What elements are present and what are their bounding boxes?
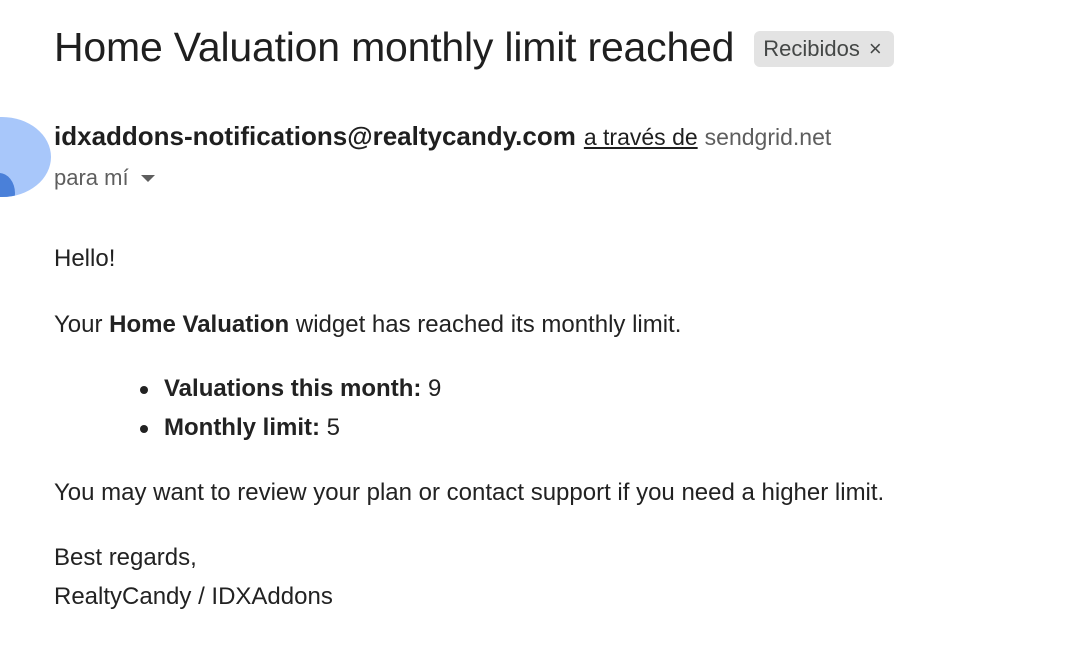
via-link[interactable]: a través de — [584, 124, 698, 151]
list-item: Valuations this month: 9 — [140, 374, 442, 413]
subject-row: Home Valuation monthly limit reached Rec… — [54, 24, 894, 71]
greeting-text: Hello! — [54, 245, 116, 272]
remove-label-icon[interactable]: × — [869, 37, 882, 60]
sender-row: idxaddons-notifications@realtycandy.com … — [54, 121, 831, 152]
stat-value: 5 — [326, 414, 341, 441]
via-domain: sendgrid.net — [704, 124, 832, 150]
email-subject: Home Valuation monthly limit reached — [54, 24, 735, 70]
avatar-person-icon — [0, 173, 15, 197]
widget-limit-text: Your Home Valuation widget has reached i… — [54, 310, 681, 340]
list-item: Monthly limit: 5 — [140, 413, 441, 452]
bullet-icon — [140, 425, 148, 433]
signature-text: RealtyCandy / IDXAddons — [54, 583, 333, 610]
recipient-details-toggle[interactable]: para mí — [54, 165, 155, 191]
label-chip-inbox[interactable]: Recibidos × — [754, 30, 894, 67]
review-text: You may want to review your plan or cont… — [54, 479, 885, 506]
email-view: Home Valuation monthly limit reached Rec… — [0, 0, 1072, 666]
stat-label: Monthly limit: — [164, 414, 320, 441]
stat-value: 9 — [428, 375, 442, 402]
closing-text: Best regards, — [54, 544, 197, 571]
bullet-icon — [140, 386, 148, 394]
sender-avatar[interactable] — [0, 117, 51, 197]
widget-suffix: widget has reached its monthly limit. — [289, 311, 682, 338]
widget-prefix: Your — [54, 311, 110, 338]
stat-label: Valuations this month: — [164, 375, 422, 402]
label-chip-text: Recibidos — [763, 35, 860, 61]
sender-email[interactable]: idxaddons-notifications@realtycandy.com — [54, 121, 576, 152]
widget-name: Home Valuation — [109, 311, 290, 338]
recipient-text: para mí — [54, 165, 129, 190]
stats-list: Valuations this month: 9 Monthly limit: … — [140, 374, 442, 452]
chevron-down-icon[interactable] — [140, 174, 155, 182]
